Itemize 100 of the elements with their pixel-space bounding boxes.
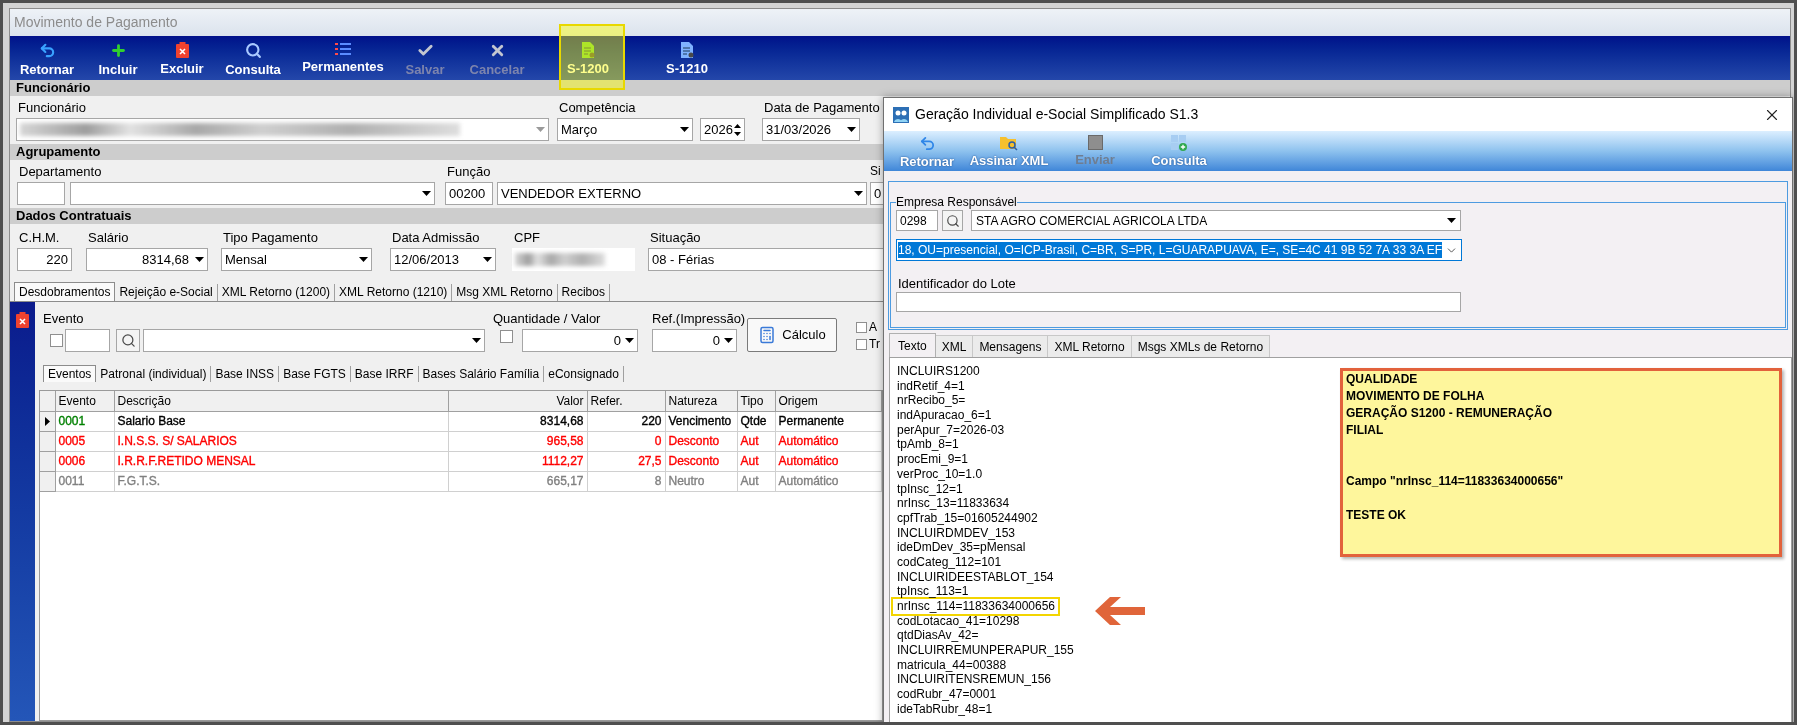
return-arrow-icon xyxy=(918,135,936,152)
text-field[interactable]: 0298 xyxy=(896,210,938,231)
left-arrow-icon xyxy=(1095,596,1145,626)
toolbar-button[interactable]: Consulta xyxy=(210,36,296,80)
field-label: Identificador do Lote xyxy=(897,277,1016,291)
text-area[interactable] xyxy=(889,357,1792,722)
tab[interactable]: Msg XML Retorno xyxy=(452,284,558,301)
note-text: QUALIDADE xyxy=(1346,371,1418,388)
tab[interactable]: Base INSS xyxy=(211,366,280,382)
toolbar-button[interactable]: Retornar xyxy=(12,36,82,80)
search-button[interactable] xyxy=(116,329,140,352)
tab[interactable]: XML Retorno xyxy=(1048,335,1132,357)
dropdown-field[interactable]: 0 xyxy=(652,329,737,352)
tab[interactable]: Base IRRF xyxy=(350,366,419,382)
field-label: Situação xyxy=(649,230,702,245)
option-label: A xyxy=(869,321,877,333)
column-header[interactable]: Origem xyxy=(775,391,881,411)
tab[interactable]: eConsignado xyxy=(544,366,624,382)
year-spinner[interactable]: 2026 xyxy=(700,118,745,141)
toolbar-button[interactable]: Incluir xyxy=(82,36,154,80)
table-cell: 0 xyxy=(587,431,665,451)
calculate-button[interactable]: Cálculo xyxy=(747,318,837,352)
dropdown-field[interactable] xyxy=(143,329,485,352)
checkbox[interactable] xyxy=(50,334,63,347)
field-label: CPF xyxy=(513,230,541,245)
return-arrow-icon xyxy=(38,42,56,59)
redacted-field[interactable] xyxy=(512,248,635,271)
note-text: GERAÇÃO S1200 - REMUNERAÇÃO xyxy=(1346,405,1553,422)
tab[interactable]: Eventos xyxy=(43,365,97,382)
certificate-dropdown[interactable]: 18, OU=presencial, O=ICP-Brasil, C=BR, S=PR, L=GUARAPUAVA, E=, SE=4C 41 9B 52 7A 33 3A EF xyxy=(896,239,1462,261)
text-line: tpInsc_12=1 xyxy=(897,481,963,497)
tab[interactable]: Mensagens xyxy=(973,335,1049,357)
tab[interactable]: XML Retorno (1200) xyxy=(217,284,336,301)
caret-down-icon xyxy=(195,257,204,262)
tab[interactable]: Desdobramentos xyxy=(14,282,116,301)
month-dropdown[interactable]: Março xyxy=(557,118,693,141)
caret-down-icon xyxy=(483,257,492,262)
column-header[interactable]: Evento xyxy=(55,391,114,411)
toolbar-button[interactable]: Permanentes xyxy=(296,36,390,80)
dropdown-field[interactable]: 8314,68 xyxy=(86,248,208,271)
table-cell: 0006 xyxy=(55,451,114,471)
text-line: codCateg_112=101 xyxy=(897,554,1002,570)
dropdown-field[interactable]: 12/06/2013 xyxy=(390,248,496,271)
caret-down-icon xyxy=(847,127,856,132)
toolbar-button[interactable]: S-1210 xyxy=(642,36,732,80)
document-icon xyxy=(680,42,694,58)
date-dropdown[interactable]: 31/03/2026 xyxy=(762,118,860,141)
file-x-icon[interactable] xyxy=(16,312,29,328)
table-cell: 8314,68 xyxy=(448,411,587,431)
text-line: codLotacao_41=10298 xyxy=(897,613,1020,629)
caret-down-icon xyxy=(724,338,733,343)
caret-down-icon xyxy=(625,338,634,343)
column-header[interactable]: Tipo xyxy=(737,391,775,411)
dropdown-field[interactable]: 0 xyxy=(522,329,638,352)
text-line: procEmi_9=1 xyxy=(897,452,969,467)
option-label: Tr xyxy=(869,338,880,350)
text-field[interactable] xyxy=(17,182,65,205)
text-line: INCLUIRREMUNPERAPUR_155 xyxy=(897,643,1074,658)
tab[interactable]: Patronal (individual) xyxy=(96,366,212,382)
tab[interactable]: XML xyxy=(935,335,974,357)
tab[interactable]: Base FGTS xyxy=(279,366,351,382)
column-header[interactable]: Descrição xyxy=(114,391,448,411)
column-header[interactable]: Valor xyxy=(448,391,587,411)
table-cell: Vencimento xyxy=(665,411,737,431)
tab[interactable]: Bases Salário Família xyxy=(418,366,545,382)
dropdown-field[interactable]: Mensal xyxy=(221,248,372,271)
dropdown-field[interactable]: STA AGRO COMERCIAL AGRICOLA LTDA xyxy=(971,210,1461,231)
tab[interactable]: XML Retorno (1210) xyxy=(335,284,453,301)
number-field[interactable]: 220 xyxy=(17,248,72,271)
text-line: nrRecibo_5= xyxy=(897,393,966,409)
column-header[interactable]: Refer. xyxy=(587,391,665,411)
section-header: Funcionário xyxy=(10,80,1790,96)
table-cell: I.R.R.F.RETIDO MENSAL xyxy=(114,451,448,471)
tab[interactable]: Recibos xyxy=(557,284,610,301)
search-button[interactable] xyxy=(942,210,963,231)
caret-down-icon xyxy=(536,127,545,132)
checkbox[interactable] xyxy=(500,330,513,343)
caret-down-icon xyxy=(854,191,863,196)
table-cell: 965,58 xyxy=(448,431,587,451)
dropdown-field[interactable] xyxy=(70,182,435,205)
dialog-title: Geração Individual e-Social Simplificado S1.3 xyxy=(915,105,1200,124)
search-icon xyxy=(244,42,262,59)
text-field[interactable] xyxy=(896,292,1461,312)
note-text: TESTE OK xyxy=(1346,507,1406,524)
spinner-arrows-icon xyxy=(734,122,741,137)
text-line: perApur_7=2026-03 xyxy=(897,422,1005,438)
employee-dropdown[interactable] xyxy=(16,118,549,141)
text-line: INCLUIRIDEESTABLOT_154 xyxy=(897,569,1054,585)
field-label: Ref.(Impressão) xyxy=(652,312,746,326)
tab[interactable]: Msgs XMLs de Retorno xyxy=(1131,335,1271,357)
text-field[interactable]: 00200 xyxy=(445,182,493,205)
toolbar-button[interactable]: Excluir xyxy=(154,36,210,80)
column-header[interactable]: Natureza xyxy=(665,391,737,411)
field-label: Salário xyxy=(87,230,130,245)
text-field[interactable] xyxy=(65,329,110,352)
dropdown-field[interactable]: VENDEDOR EXTERNO xyxy=(497,182,867,205)
tab[interactable]: Texto xyxy=(889,333,936,357)
checkbox[interactable] xyxy=(856,321,867,333)
checkbox[interactable] xyxy=(856,338,867,350)
tab[interactable]: Rejeição e-Social xyxy=(115,284,218,301)
